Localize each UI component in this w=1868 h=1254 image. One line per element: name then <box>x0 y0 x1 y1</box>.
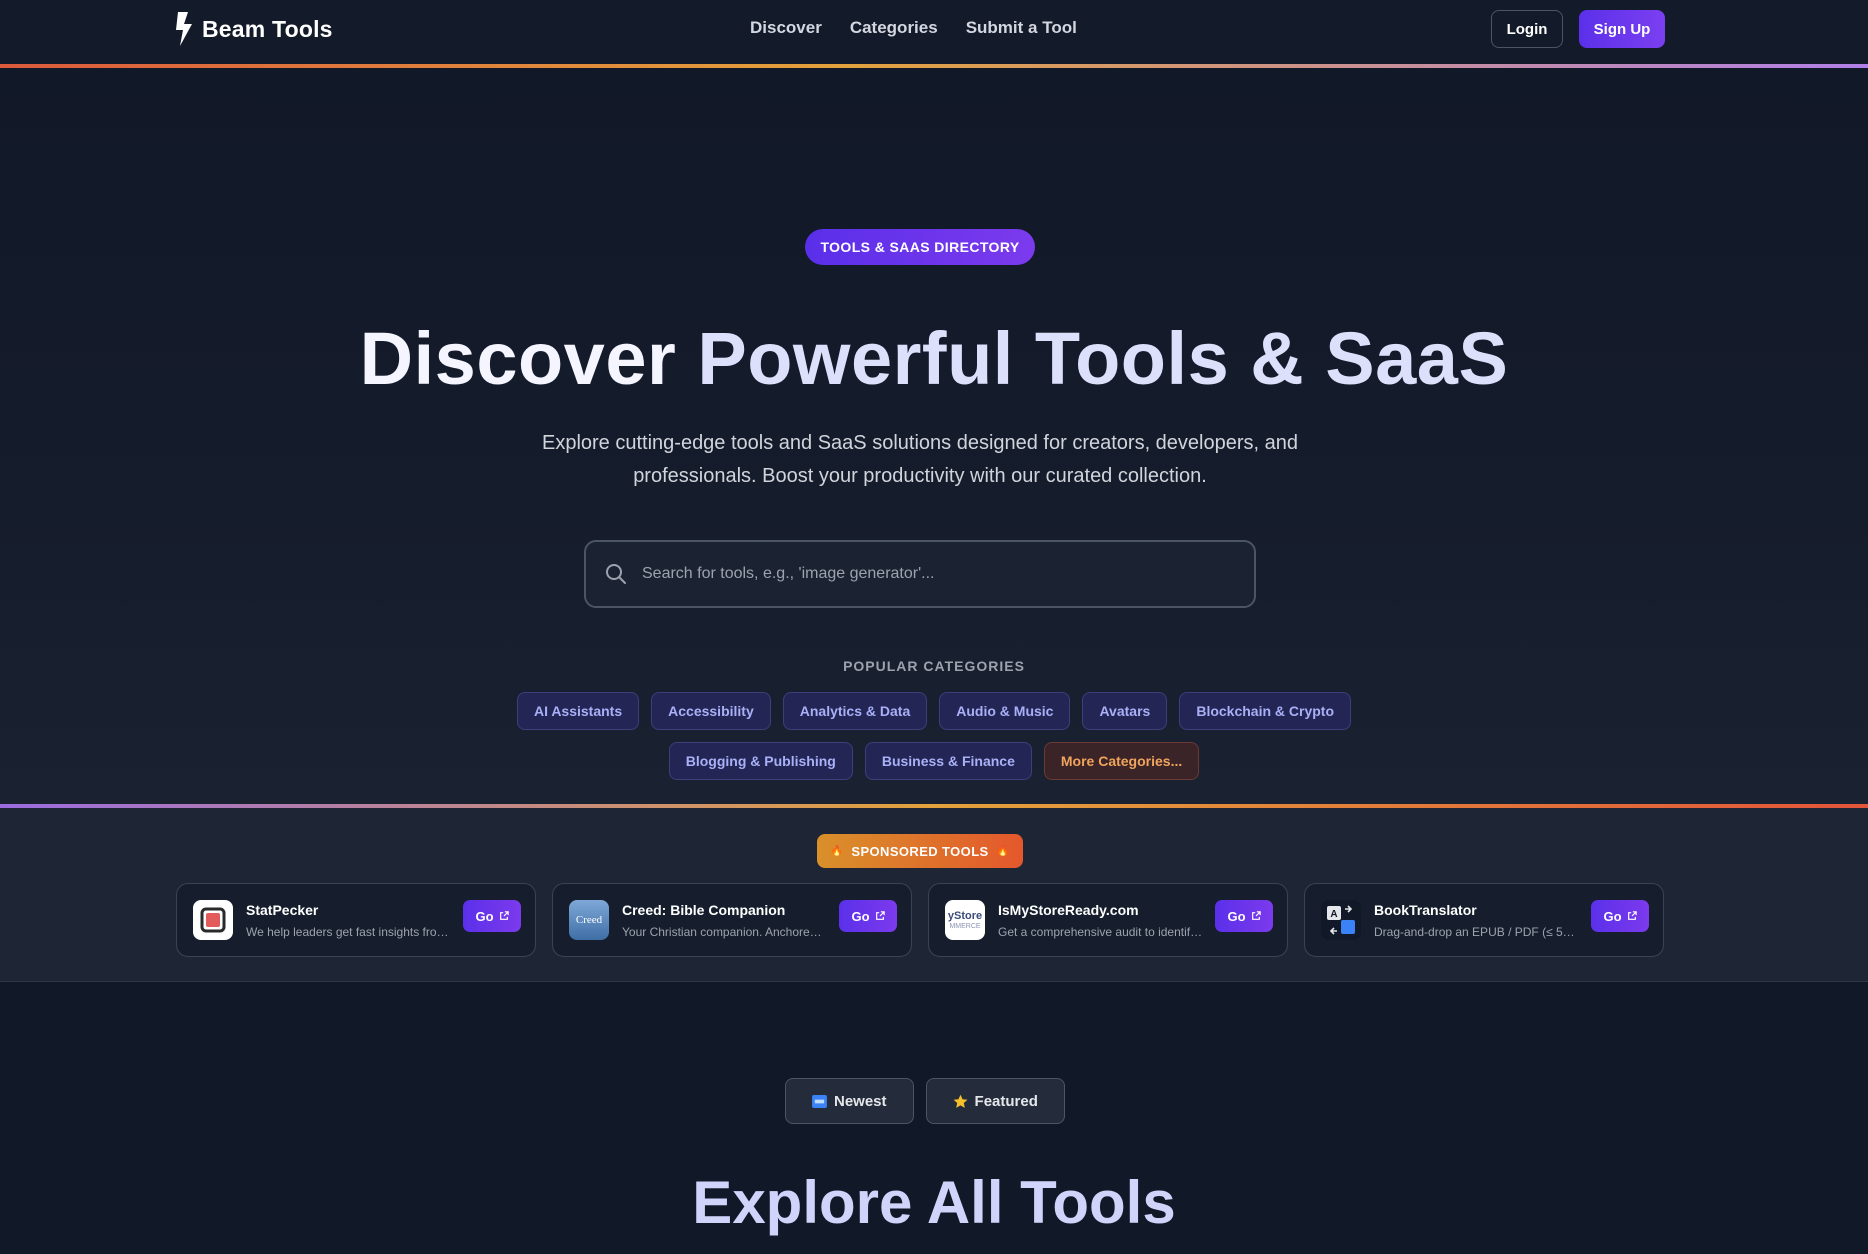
sponsored-card[interactable]: Creed Creed: Bible Companion Your Christ… <box>552 883 912 957</box>
external-link-icon <box>875 911 885 920</box>
sponsored-card[interactable]: StatPecker We help leaders get fast insi… <box>176 883 536 957</box>
hero-title-first: Discover <box>359 317 677 400</box>
hero-subtitle: Explore cutting-edge tools and SaaS solu… <box>520 427 1320 493</box>
sponsored-card[interactable]: A BookTranslator Drag-and-drop an EPUB /… <box>1304 883 1664 957</box>
categories-row-1: AI Assistants Accessibility Analytics & … <box>0 692 1868 730</box>
signup-button[interactable]: Sign Up <box>1579 10 1665 48</box>
tab-featured-label: Featured <box>974 1092 1038 1110</box>
external-link-icon <box>1627 911 1637 920</box>
nav-links: Discover Categories Submit a Tool <box>750 18 1077 38</box>
categories-row-2: Blogging & Publishing Business & Finance… <box>0 742 1868 780</box>
category-ai-assistants[interactable]: AI Assistants <box>516 692 640 730</box>
popular-categories-title: POPULAR CATEGORIES <box>843 658 1025 674</box>
flame-icon: 🔥 <box>996 845 1010 857</box>
sponsored-section: 🔥 SPONSORED TOOLS 🔥 StatPecker We help l… <box>0 808 1868 982</box>
nav-link-categories[interactable]: Categories <box>850 18 938 38</box>
category-analytics-data[interactable]: Analytics & Data <box>782 692 928 730</box>
category-audio-music[interactable]: Audio & Music <box>939 692 1071 730</box>
nav-link-submit[interactable]: Submit a Tool <box>966 18 1077 38</box>
category-blockchain-crypto[interactable]: Blockchain & Crypto <box>1179 692 1352 730</box>
go-button[interactable]: Go <box>839 900 897 932</box>
go-button[interactable]: Go <box>1215 900 1273 932</box>
external-link-icon <box>499 911 509 920</box>
listing-tabs: Newest Featured <box>785 1078 1065 1124</box>
search-box <box>584 540 1256 608</box>
hero-subtitle-line2: professionals. Boost your productivity w… <box>633 465 1207 487</box>
search-icon <box>606 564 626 584</box>
go-button[interactable]: Go <box>1591 900 1649 932</box>
go-label: Go <box>1603 908 1622 924</box>
sponsored-tool-desc: Your Christian companion. Anchored in sc… <box>622 925 827 939</box>
go-button[interactable]: Go <box>463 900 521 932</box>
tab-newest[interactable]: Newest <box>785 1078 914 1124</box>
statpecker-logo <box>193 900 233 940</box>
go-label: Go <box>1227 908 1246 924</box>
external-link-icon <box>1251 911 1261 920</box>
sponsored-tool-desc: We help leaders get fast insights from d… <box>246 925 451 939</box>
top-navbar: Beam Tools Discover Categories Submit a … <box>0 0 1868 66</box>
sponsored-tool-desc: Get a comprehensive audit to identify is… <box>998 925 1203 939</box>
hero-title: Discover Powerful Tools & SaaS <box>0 316 1868 401</box>
explore-all-tools-title: Explore All Tools <box>692 1169 1176 1236</box>
tab-featured[interactable]: Featured <box>925 1078 1065 1124</box>
tab-newest-label: Newest <box>834 1092 887 1110</box>
go-label: Go <box>851 908 870 924</box>
sponsored-tool-name: Creed: Bible Companion <box>622 902 786 918</box>
svg-text:A: A <box>1330 909 1337 920</box>
star-icon <box>953 1094 967 1108</box>
sponsored-card[interactable]: yStore MMERCE IsMyStoreReady.com Get a c… <box>928 883 1288 957</box>
more-categories-button[interactable]: More Categories... <box>1043 742 1200 780</box>
hero-title-rest: Powerful Tools & SaaS <box>697 317 1509 400</box>
login-button[interactable]: Login <box>1491 10 1563 48</box>
sponsored-badge: 🔥 SPONSORED TOOLS 🔥 <box>817 834 1023 868</box>
brand-name: Beam Tools <box>202 15 333 42</box>
ismystoreready-logo: yStore MMERCE <box>945 900 985 940</box>
category-business-finance[interactable]: Business & Finance <box>864 742 1032 780</box>
go-label: Go <box>475 908 494 924</box>
directory-badge: TOOLS & SAAS DIRECTORY <box>805 229 1035 265</box>
sponsored-tool-name: IsMyStoreReady.com <box>998 902 1139 918</box>
category-avatars[interactable]: Avatars <box>1082 692 1168 730</box>
sponsored-tool-name: BookTranslator <box>1374 902 1477 918</box>
brand-logo[interactable]: Beam Tools <box>174 12 333 46</box>
sponsored-tool-name: StatPecker <box>246 902 319 918</box>
lightning-icon <box>176 12 192 46</box>
hero-section: TOOLS & SAAS DIRECTORY Discover Powerful… <box>0 68 1868 804</box>
sponsored-cards: StatPecker We help leaders get fast insi… <box>176 883 1664 957</box>
booktranslator-logo: A <box>1321 900 1361 940</box>
sponsored-tool-desc: Drag-and-drop an EPUB / PDF (≤ 50 MB) <box>1374 925 1579 939</box>
sponsored-badge-label: SPONSORED TOOLS <box>851 843 989 859</box>
creed-logo: Creed <box>569 900 609 940</box>
nav-link-discover[interactable]: Discover <box>750 18 822 38</box>
search-input[interactable] <box>642 565 1254 583</box>
new-icon <box>812 1094 827 1108</box>
hero-subtitle-line1: Explore cutting-edge tools and SaaS solu… <box>541 432 1299 454</box>
category-blogging-publishing[interactable]: Blogging & Publishing <box>668 742 853 780</box>
flame-icon: 🔥 <box>830 845 844 857</box>
category-accessibility[interactable]: Accessibility <box>651 692 771 730</box>
